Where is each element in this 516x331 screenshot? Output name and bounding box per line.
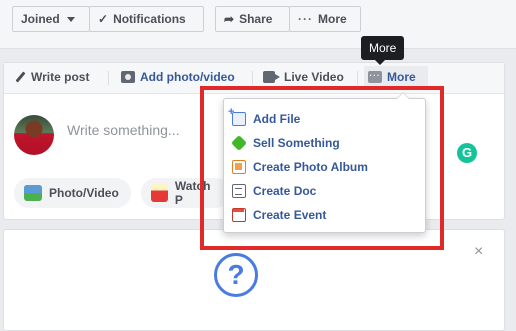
menu-item-label: Sell Something [253, 136, 340, 150]
add-file-icon [228, 106, 246, 126]
tab-divider [357, 71, 358, 85]
menu-item-label: Create Event [253, 208, 327, 222]
notifications-label: Notifications [113, 12, 186, 26]
more-button[interactable]: ··· More [289, 6, 361, 32]
tab-add-photo-video-label: Add photo/video [140, 70, 235, 84]
tab-write-post-label: Write post [31, 70, 90, 84]
tab-write-post[interactable]: Write post [14, 70, 89, 84]
video-camera-icon [263, 71, 280, 83]
menu-item-label: Add File [253, 112, 301, 126]
tab-live-video-label: Live Video [284, 70, 344, 84]
ellipsis-icon: ··· [368, 71, 382, 83]
group-action-bar: Joined ✓ Notifications ➦ Share ··· More [0, 0, 516, 49]
close-icon[interactable]: × [474, 243, 483, 261]
tag-icon [231, 135, 247, 151]
more-dropdown-menu: Add File Sell Something Create Photo Alb… [223, 92, 426, 233]
menu-item-sell-something[interactable]: Sell Something [231, 133, 340, 153]
help-icon: ? [214, 253, 258, 297]
more-label: More [318, 12, 347, 26]
more-tooltip: More [361, 36, 405, 65]
menu-item-add-file[interactable]: Add File [228, 106, 301, 129]
menu-item-label: Create Photo Album [253, 160, 368, 174]
pencil-icon [14, 71, 26, 83]
joined-label: Joined [21, 12, 60, 26]
notifications-button[interactable]: ✓ Notifications [89, 6, 204, 32]
popcorn-icon [151, 184, 168, 202]
ellipsis-icon: ··· [298, 12, 313, 26]
calendar-icon [232, 208, 246, 222]
menu-item-create-photo-album[interactable]: Create Photo Album [232, 157, 368, 177]
tab-divider [108, 71, 109, 85]
tab-live-video[interactable]: Live Video [263, 70, 344, 84]
share-button[interactable]: ➦ Share [215, 6, 290, 32]
photo-video-label: Photo/Video [49, 186, 119, 200]
share-label: Share [239, 12, 273, 26]
avatar[interactable] [14, 115, 54, 155]
composer-input[interactable]: Write something... [67, 122, 180, 138]
photo-video-button[interactable]: Photo/Video [14, 178, 131, 208]
share-icon: ➦ [224, 12, 235, 26]
grammarly-icon[interactable]: G [457, 143, 477, 163]
menu-item-label: Create Doc [253, 184, 317, 198]
tab-add-photo-video[interactable]: Add photo/video [121, 70, 235, 84]
chevron-down-icon [66, 16, 75, 22]
menu-item-create-event[interactable]: Create Event [232, 205, 326, 225]
joined-button[interactable]: Joined [12, 6, 90, 32]
camera-icon [121, 71, 135, 83]
check-icon: ✓ [98, 12, 109, 26]
photo-icon [24, 185, 42, 201]
photo-album-icon [232, 160, 246, 174]
tab-more-label: More [387, 70, 416, 84]
menu-item-create-doc[interactable]: Create Doc [232, 181, 316, 201]
doc-icon [232, 184, 246, 198]
tab-more[interactable]: ··· More [368, 70, 416, 84]
tab-divider [252, 71, 253, 85]
